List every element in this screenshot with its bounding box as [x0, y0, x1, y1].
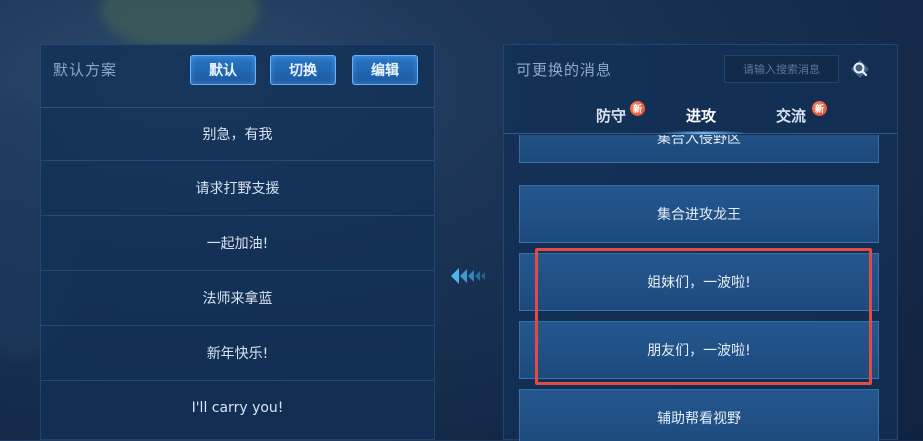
tab-communication-label: 交流	[776, 107, 807, 125]
tab-attack[interactable]: 进攻	[686, 105, 716, 126]
default-scheme-title: 默认方案	[53, 61, 118, 79]
new-badge-icon: 新	[630, 101, 645, 116]
search-input[interactable]: 请输入搜索消息	[724, 55, 839, 83]
transfer-arrow-icon[interactable]	[451, 266, 489, 286]
list-item[interactable]: I'll carry you!	[41, 380, 434, 435]
tab-defense-label: 防守	[596, 107, 627, 125]
list-item[interactable]: 集合进攻龙王	[519, 185, 879, 243]
search-icon[interactable]	[849, 58, 871, 80]
replaceable-messages-title: 可更换的消息	[516, 61, 613, 79]
list-item[interactable]: 一起加油!	[41, 215, 434, 270]
edit-button[interactable]: 编辑	[352, 55, 418, 85]
list-item[interactable]: 别急，有我	[41, 107, 434, 160]
tab-defense[interactable]: 防守	[596, 105, 626, 126]
default-scheme-panel: 默认方案 默认 切换 编辑 别急，有我 请求打野支援 一起加油! 法师来拿蓝 新…	[40, 44, 435, 440]
new-badge-icon: 新	[812, 101, 827, 116]
switch-button[interactable]: 切换	[270, 55, 336, 85]
default-message-list: 别急，有我 请求打野支援 一起加油! 法师来拿蓝 新年快乐! I'll carr…	[41, 107, 434, 435]
default-button[interactable]: 默认	[190, 55, 256, 85]
list-item[interactable]: 辅助帮看视野	[519, 389, 879, 441]
tab-attack-label: 进攻	[686, 107, 717, 125]
list-item[interactable]: 新年快乐!	[41, 325, 434, 380]
list-item[interactable]: 请求打野支援	[41, 160, 434, 215]
tab-communication[interactable]: 交流	[776, 105, 806, 126]
background-art	[100, 0, 260, 50]
list-item[interactable]: 集合入侵野区	[519, 135, 879, 163]
highlight-box	[535, 248, 872, 385]
list-item[interactable]: 法师来拿蓝	[41, 270, 434, 325]
